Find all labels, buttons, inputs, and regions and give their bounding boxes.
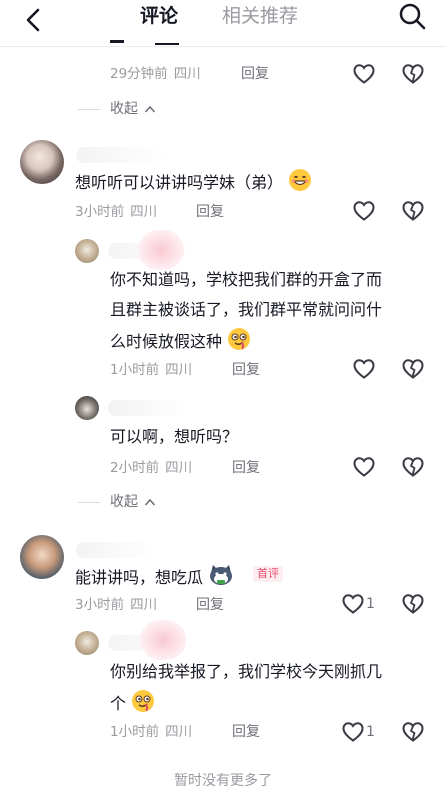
tab-related[interactable]: 相关推荐 (222, 3, 298, 29)
reply-button[interactable]: 回复 (232, 459, 260, 477)
comment-location: 四川 (173, 66, 201, 82)
comment-body: 能讲讲吗，想吃瓜 (75, 568, 204, 587)
grin-emoji-icon (289, 169, 312, 191)
username[interactable] (76, 147, 166, 163)
heart-icon[interactable] (352, 199, 376, 223)
comment-text: 可以啊，想听吗？ (110, 427, 239, 446)
cropped-text-fragment (110, 40, 124, 43)
drool-face-emoji-icon (132, 690, 155, 712)
comment-time: 1小时前 (110, 724, 160, 740)
heart-icon[interactable] (341, 720, 365, 744)
reply-button[interactable]: 回复 (232, 723, 260, 741)
chevron-up-icon[interactable] (144, 497, 156, 507)
heart-icon[interactable] (352, 455, 376, 479)
comment-text: 想听听可以讲讲吗学妹（弟） (75, 168, 312, 196)
comment-text: 能讲讲吗，想吃瓜 (75, 563, 234, 591)
no-more-footer: 暂时没有更多了 (174, 773, 272, 789)
blurred-name-region (138, 230, 184, 270)
comment-time: 1小时前 (110, 362, 160, 378)
comment-text-line: 个 (110, 689, 155, 717)
comment-location: 四川 (165, 362, 193, 378)
comment-body: 个 (110, 694, 127, 713)
comment-time: 2小时前 (110, 460, 160, 476)
top-bar: 评论 相关推荐 (0, 0, 446, 40)
broken-heart-icon[interactable] (401, 455, 425, 479)
comment-text-line: 且群主被谈话了，我们群平常就问问什 (110, 300, 383, 319)
drool-face-emoji-icon (228, 328, 251, 350)
avatar[interactable] (20, 140, 64, 184)
comment-meta: 3小时前 四川 (75, 203, 157, 221)
comment-location: 四川 (165, 460, 193, 476)
reply-button[interactable]: 回复 (241, 65, 269, 83)
collapse-divider (78, 502, 100, 503)
reply-button[interactable]: 回复 (232, 361, 260, 379)
username[interactable] (76, 542, 156, 558)
avatar[interactable] (75, 396, 99, 420)
broken-heart-icon[interactable] (401, 62, 425, 86)
comment-text-line: 你别给我举报了，我们学校今天刚抓几 (110, 662, 383, 681)
heart-icon[interactable] (352, 357, 376, 381)
avatar[interactable] (20, 535, 64, 579)
blurred-name-region (140, 620, 186, 660)
like-count: 1 (366, 724, 375, 740)
collapse-divider (78, 109, 100, 110)
broken-heart-icon[interactable] (401, 199, 425, 223)
reply-button[interactable]: 回复 (196, 203, 224, 221)
reply-button[interactable]: 回复 (196, 596, 224, 614)
cropped-text-fragment (155, 43, 179, 45)
heart-icon[interactable] (352, 62, 376, 86)
tab-comments[interactable]: 评论 (140, 3, 178, 29)
collapse-label[interactable]: 收起 (110, 492, 138, 512)
chevron-up-icon[interactable] (144, 104, 156, 114)
broken-heart-icon[interactable] (401, 720, 425, 744)
comment-body: 么时候放假这种 (110, 332, 223, 351)
broken-heart-icon[interactable] (401, 357, 425, 381)
header-divider (0, 46, 446, 47)
comment-meta: 3小时前 四川 (75, 596, 157, 614)
comment-body: 想听听可以讲讲吗学妹（弟） (75, 173, 284, 192)
collapse-label[interactable]: 收起 (110, 99, 138, 119)
comment-location: 四川 (130, 597, 158, 613)
comment-text-line: 你不知道吗，学校把我们群的开盒了而 (110, 270, 383, 289)
avatar[interactable] (75, 631, 99, 655)
heart-icon[interactable] (341, 592, 365, 616)
comment-meta: 1小时前 四川 (110, 361, 192, 379)
like-count: 1 (366, 596, 375, 612)
comment-time: 29分钟前 (110, 66, 168, 82)
chevron-left-icon[interactable] (20, 6, 48, 34)
comment-location: 四川 (165, 724, 193, 740)
comment-time: 3小时前 (75, 204, 125, 220)
username[interactable] (108, 400, 186, 416)
comment-meta: 2小时前 四川 (110, 459, 192, 477)
first-comment-badge: 首评 (253, 566, 283, 582)
comment-text-line: 么时候放假这种 (110, 327, 251, 355)
comment-location: 四川 (130, 204, 158, 220)
comment-meta: 29分钟前 四川 (110, 65, 201, 83)
comment-meta: 1小时前 四川 (110, 723, 192, 741)
search-icon[interactable] (397, 2, 427, 32)
comment-time: 3小时前 (75, 597, 125, 613)
avatar[interactable] (75, 239, 99, 263)
broken-heart-icon[interactable] (401, 592, 425, 616)
cat-eating-melon-emoji-icon (210, 565, 233, 585)
